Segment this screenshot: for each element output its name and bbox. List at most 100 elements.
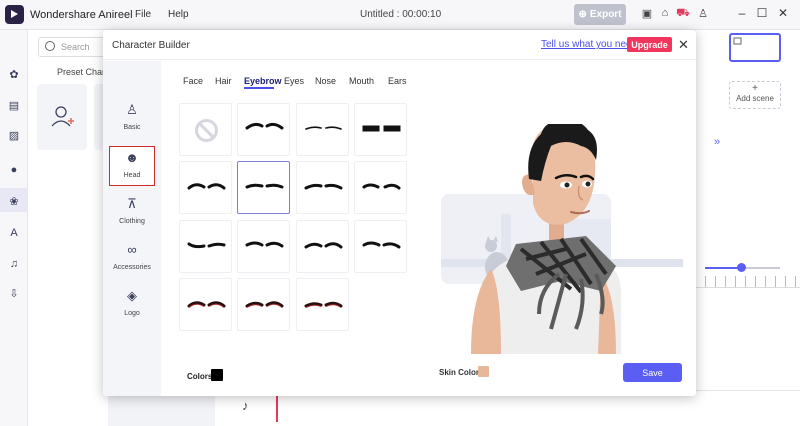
category-accessories[interactable]: ∞ Accessories	[109, 239, 155, 279]
user-icon[interactable]: ♙	[696, 7, 710, 20]
skin-color-label: Skin Color	[439, 368, 480, 377]
dialog-title: Character Builder	[112, 40, 190, 51]
zoom-slider-fill	[705, 267, 740, 269]
eyebrow-shape-icon	[187, 301, 226, 308]
eyebrow-option[interactable]	[179, 161, 232, 214]
category-label: Logo	[124, 310, 140, 317]
glasses-icon: ∞	[127, 242, 137, 257]
close-dialog-icon[interactable]: ✕	[678, 37, 689, 53]
app-name: Wondershare Anireel	[30, 9, 133, 21]
library-search-input[interactable]: Search	[38, 37, 108, 57]
close-window-icon[interactable]: ✕	[776, 6, 790, 20]
category-label: Head	[123, 172, 141, 179]
eyebrow-option[interactable]	[237, 161, 290, 214]
category-logo[interactable]: ◈ Logo	[109, 285, 155, 325]
title-bar: Wondershare Anireel File Help Untitled :…	[0, 0, 800, 30]
cart-icon[interactable]: ⛟	[676, 7, 690, 21]
audio-track-icon: ♪	[242, 398, 249, 413]
person-icon: ♙	[126, 102, 138, 117]
texture-icon[interactable]: ▨	[7, 129, 21, 143]
home-icon[interactable]: ⌂	[658, 7, 672, 19]
eyebrow-option[interactable]	[179, 278, 232, 331]
add-character-card[interactable]	[37, 84, 87, 150]
character-preview	[441, 124, 683, 354]
eyebrow-option[interactable]	[354, 103, 407, 156]
head-icon: ☻	[125, 150, 139, 165]
save-button[interactable]: Save	[623, 363, 682, 382]
scene-layers-icon	[733, 37, 742, 45]
upgrade-button[interactable]: Upgrade	[627, 37, 672, 52]
eyebrow-option[interactable]	[179, 220, 232, 273]
skin-color-swatch[interactable]	[478, 366, 489, 377]
none-icon	[195, 119, 218, 142]
maximize-icon[interactable]: ☐	[755, 6, 769, 20]
search-placeholder: Search	[61, 42, 90, 52]
expand-arrow-icon[interactable]: »	[714, 136, 720, 148]
palette-icon[interactable]: ✿	[7, 68, 21, 82]
eyebrow-option[interactable]	[296, 220, 349, 273]
eyebrow-shape-icon	[304, 242, 343, 249]
eyebrow-shape-icon	[362, 183, 401, 190]
image-icon[interactable]: ▤	[7, 99, 21, 113]
eyebrow-shape-icon	[187, 242, 226, 249]
category-label: Accessories	[113, 264, 151, 271]
eyebrow-none-option[interactable]	[179, 103, 232, 156]
save-icon[interactable]: ▣	[640, 7, 654, 20]
eyebrow-shape-icon	[362, 241, 401, 249]
category-sidebar: ♙ Basic ☻ Head ⊼ Clothing ∞ Accessories …	[103, 61, 161, 396]
shirt-icon: ⊼	[127, 196, 137, 211]
eyebrow-color-swatch[interactable]	[211, 369, 223, 381]
add-scene-label: Add scene	[736, 94, 774, 103]
add-character-icon	[51, 106, 74, 127]
category-clothing[interactable]: ⊼ Clothing	[109, 193, 155, 233]
eyebrow-option[interactable]	[237, 278, 290, 331]
text-icon[interactable]: A	[7, 226, 21, 240]
eyebrow-option[interactable]	[296, 278, 349, 331]
category-label: Basic	[123, 124, 141, 131]
tab-face[interactable]: Face	[183, 76, 203, 86]
logo-icon: ◈	[127, 288, 137, 303]
tab-eyebrow[interactable]: Eyebrow	[244, 76, 282, 86]
dialog-header: Character Builder Tell us what you need …	[103, 30, 696, 60]
tab-eyes[interactable]: Eyes	[284, 76, 304, 86]
left-rail: ✿ ▤ ▨ ● ❀ A ♫ ⇩	[0, 30, 28, 426]
eyebrow-shape-icon	[245, 122, 284, 130]
search-icon	[45, 41, 55, 51]
import-icon[interactable]: ⇩	[7, 287, 21, 301]
add-scene-button[interactable]: + Add scene	[729, 81, 781, 109]
character-icon[interactable]: ●	[7, 163, 21, 177]
eyebrow-option[interactable]	[237, 220, 290, 273]
tab-nose[interactable]: Nose	[315, 76, 336, 86]
export-icon: ⊕	[578, 9, 587, 20]
colors-label: Colors	[187, 372, 213, 381]
eyebrow-shape-icon	[245, 183, 284, 189]
category-label: Clothing	[119, 218, 145, 225]
eyebrow-shape-icon	[245, 241, 284, 248]
active-tab-indicator	[244, 87, 274, 89]
eyebrow-option[interactable]	[296, 161, 349, 214]
category-head[interactable]: ☻ Head	[109, 146, 155, 186]
eyebrow-shape-icon	[305, 126, 342, 130]
eyebrow-option[interactable]	[354, 161, 407, 214]
tab-mouth[interactable]: Mouth	[349, 76, 374, 86]
eyebrow-option[interactable]	[237, 103, 290, 156]
feedback-link[interactable]: Tell us what you need	[541, 39, 637, 50]
music-note-icon[interactable]: ♫	[7, 257, 21, 271]
tab-ears[interactable]: Ears	[388, 76, 407, 86]
eyebrow-shape-icon	[362, 125, 401, 132]
menu-help[interactable]: Help	[168, 9, 189, 20]
playhead[interactable]	[276, 392, 278, 422]
scene-thumbnail[interactable]	[729, 33, 781, 62]
app-logo-icon	[5, 5, 24, 24]
zoom-slider-handle[interactable]	[737, 263, 746, 272]
export-button[interactable]: ⊕ Export	[574, 4, 626, 25]
minimize-icon[interactable]: –	[735, 6, 749, 20]
eyebrow-option[interactable]	[296, 103, 349, 156]
category-basic[interactable]: ♙ Basic	[109, 99, 155, 139]
props-icon[interactable]: ❀	[7, 195, 21, 209]
tab-hair[interactable]: Hair	[215, 76, 232, 86]
eyebrow-shape-icon	[304, 301, 343, 308]
eyebrow-option[interactable]	[354, 220, 407, 273]
menu-file[interactable]: File	[135, 9, 151, 20]
eyebrow-shape-icon	[245, 301, 284, 308]
